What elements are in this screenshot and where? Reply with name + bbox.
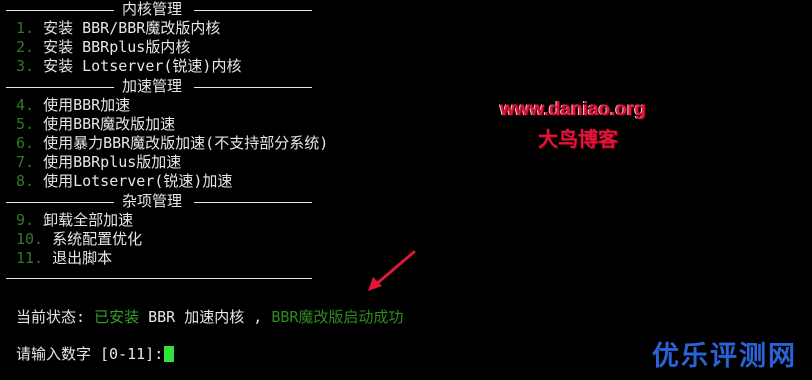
menu-item-3: 3. 安装 Lotserver(锐速)内核 — [16, 57, 241, 76]
menu-item-number: 1. — [16, 19, 35, 37]
menu-bottom-rule — [6, 278, 312, 279]
menu-item-label: 使用BBR魔改版加速 — [43, 115, 176, 133]
menu-item-label: 使用Lotserver(锐速)加速 — [43, 172, 233, 190]
text-cursor[interactable] — [164, 346, 175, 362]
menu-item-number: 11. — [16, 249, 44, 267]
watermark-url: www.daniao.org — [500, 99, 647, 120]
terminal-window[interactable]: 内核管理 1. 安装 BBR/BBR魔改版内核 2. 安装 BBRplus版内核… — [0, 0, 812, 380]
menu-item-label: 退出脚本 — [52, 249, 113, 267]
status-kernel: BBR 加速内核 , — [148, 308, 263, 326]
menu-item-label: 使用暴力BBR魔改版加速(不支持部分系统) — [43, 134, 329, 152]
header-rule-left — [6, 10, 114, 11]
header-rule-right — [194, 10, 312, 11]
status-label: 当前状态: — [16, 308, 86, 326]
corner-logo: 优乐评测网 — [652, 341, 797, 372]
status-installed: 已安装 — [94, 308, 140, 326]
menu-item-9: 9. 卸载全部加速 — [16, 211, 133, 230]
menu-item-2: 2. 安装 BBRplus版内核 — [16, 38, 190, 57]
menu-item-4: 4. 使用BBR加速 — [16, 96, 130, 115]
section-title: 加速管理 — [122, 77, 183, 95]
menu-item-label: 使用BBR加速 — [43, 96, 131, 114]
menu-item-1: 1. 安装 BBR/BBR魔改版内核 — [16, 19, 220, 38]
menu-item-11: 11. 退出脚本 — [16, 249, 112, 268]
menu-item-label: 使用BBRplus版加速 — [43, 153, 182, 171]
menu-item-number: 3. — [16, 57, 35, 75]
menu-item-number: 5. — [16, 115, 35, 133]
header-rule-left — [6, 87, 114, 88]
menu-item-label: 安装 BBRplus版内核 — [43, 38, 191, 56]
menu-item-number: 2. — [16, 38, 35, 56]
status-running: BBR魔改版启动成功 — [271, 308, 404, 326]
input-prompt-line[interactable]: 请输入数字 [0-11]: — [16, 345, 175, 364]
section-header-acceleration: 加速管理 — [6, 77, 312, 96]
section-title: 内核管理 — [122, 0, 183, 18]
menu-item-label: 系统配置优化 — [52, 230, 143, 248]
header-rule-right — [194, 202, 312, 203]
menu-item-number: 4. — [16, 96, 35, 114]
menu-item-label: 卸载全部加速 — [43, 211, 134, 229]
menu-item-number: 6. — [16, 134, 35, 152]
watermark-blog-name: 大鸟博客 — [538, 127, 618, 151]
red-arrow-icon — [368, 250, 416, 291]
menu-item-8: 8. 使用Lotserver(锐速)加速 — [16, 172, 232, 191]
menu-item-number: 10. — [16, 230, 44, 248]
menu-item-7: 7. 使用BBRplus版加速 — [16, 153, 181, 172]
menu-item-number: 7. — [16, 153, 35, 171]
header-rule-left — [6, 202, 114, 203]
section-header-misc: 杂项管理 — [6, 192, 312, 211]
menu-item-label: 安装 Lotserver(锐速)内核 — [43, 57, 242, 75]
section-title: 杂项管理 — [122, 192, 183, 210]
menu-item-number: 9. — [16, 211, 35, 229]
input-prompt: 请输入数字 [0-11]: — [16, 345, 164, 363]
menu-item-label: 安装 BBR/BBR魔改版内核 — [43, 19, 221, 37]
menu-item-5: 5. 使用BBR魔改版加速 — [16, 115, 175, 134]
menu-item-10: 10. 系统配置优化 — [16, 230, 142, 249]
menu-item-6: 6. 使用暴力BBR魔改版加速(不支持部分系统) — [16, 134, 328, 153]
status-line: 当前状态: 已安装 BBR 加速内核 , BBR魔改版启动成功 — [16, 308, 403, 327]
menu-item-number: 8. — [16, 172, 35, 190]
header-rule-right — [194, 87, 312, 88]
section-header-kernel: 内核管理 — [6, 0, 312, 19]
